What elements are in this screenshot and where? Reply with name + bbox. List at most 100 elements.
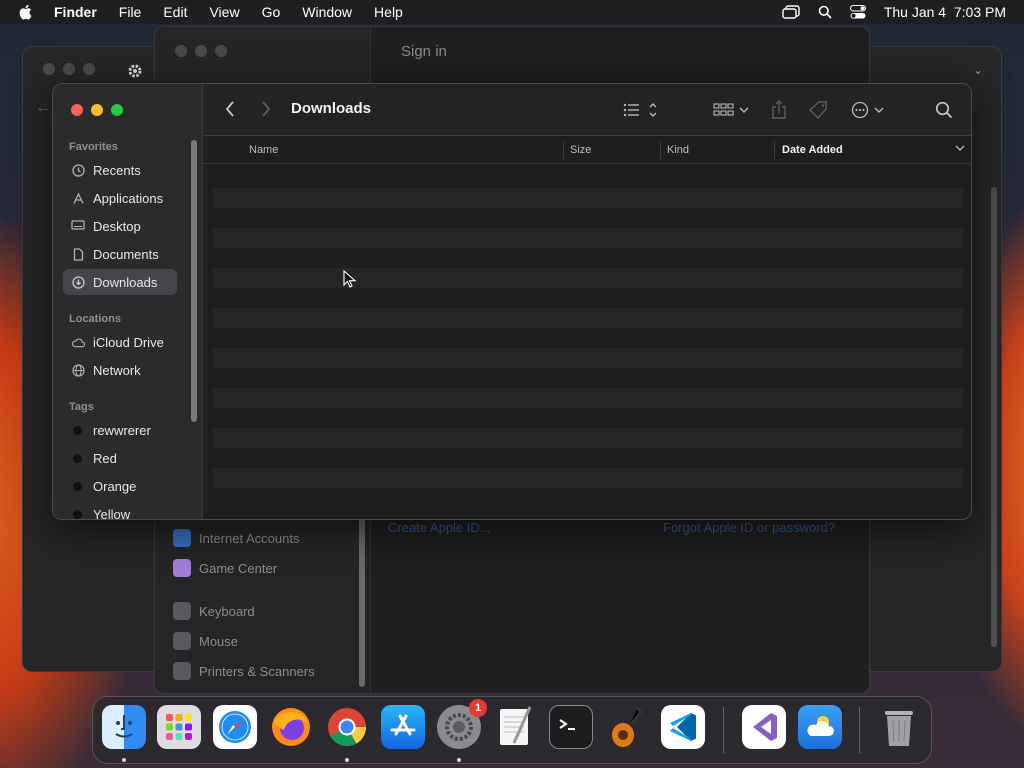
keyboard-icon bbox=[173, 602, 191, 620]
sidebar-item-game-center[interactable]: Game Center bbox=[173, 559, 277, 577]
tags-header: Tags bbox=[69, 401, 94, 413]
share-icon[interactable] bbox=[771, 100, 787, 120]
list-row-stripe bbox=[213, 228, 963, 248]
locations-header: Locations bbox=[69, 313, 121, 325]
menu-file[interactable]: File bbox=[119, 4, 142, 20]
dock-separator bbox=[723, 707, 724, 753]
minimize-button[interactable] bbox=[91, 104, 103, 116]
weather-icon[interactable] bbox=[798, 705, 842, 749]
column-date-added[interactable]: Date Added bbox=[782, 144, 843, 156]
column-name[interactable]: Name bbox=[249, 144, 278, 156]
menu-help[interactable]: Help bbox=[374, 4, 403, 20]
sidebar-item-icloud-drive[interactable]: iCloud Drive bbox=[63, 329, 177, 355]
menu-view[interactable]: View bbox=[209, 4, 239, 20]
sidebar-item-label: Game Center bbox=[199, 560, 278, 576]
tag-icon[interactable] bbox=[809, 100, 829, 120]
sidebar-tag-orange[interactable]: Orange bbox=[63, 473, 177, 499]
stage-manager-icon[interactable] bbox=[782, 5, 800, 19]
finder-sidebar: Favorites Recents Applications Desktop D… bbox=[53, 84, 203, 519]
back-arrow-icon: ← bbox=[35, 99, 51, 116]
column-kind[interactable]: Kind bbox=[667, 144, 689, 156]
sidebar-item-internet-accounts[interactable]: Internet Accounts bbox=[173, 529, 299, 547]
zoom-button[interactable] bbox=[111, 104, 123, 116]
sidebar-scrollbar[interactable] bbox=[191, 140, 197, 422]
network-icon bbox=[71, 363, 85, 377]
finder-window: Favorites Recents Applications Desktop D… bbox=[52, 83, 972, 520]
back-button[interactable] bbox=[225, 100, 235, 118]
sidebar-item-keyboard[interactable]: Keyboard bbox=[173, 602, 255, 620]
column-divider[interactable] bbox=[660, 141, 661, 159]
sidebar-item-label: Internet Accounts bbox=[199, 530, 300, 546]
spotlight-search-icon[interactable] bbox=[818, 5, 832, 19]
list-row-stripe bbox=[213, 308, 963, 328]
column-divider[interactable] bbox=[774, 141, 775, 159]
chrome-icon[interactable] bbox=[325, 705, 369, 749]
finder-icon[interactable] bbox=[102, 705, 146, 749]
sidebar-scrollbar[interactable] bbox=[359, 517, 365, 687]
sidebar-tag-yellow[interactable]: Yellow bbox=[63, 501, 177, 520]
menu-window[interactable]: Window bbox=[302, 4, 352, 20]
column-size[interactable]: Size bbox=[570, 144, 591, 156]
sidebar-item-recents[interactable]: Recents bbox=[63, 157, 177, 183]
menu-app-name[interactable]: Finder bbox=[54, 4, 97, 20]
sidebar-item-label: Printers & Scanners bbox=[199, 663, 315, 679]
sidebar-item-label: Red bbox=[93, 450, 117, 466]
search-icon[interactable] bbox=[935, 101, 953, 119]
document-icon bbox=[71, 247, 85, 261]
sidebar-item-label: Downloads bbox=[93, 274, 158, 290]
visual-studio-icon[interactable] bbox=[742, 705, 786, 749]
sidebar-item-label: Orange bbox=[93, 478, 137, 494]
more-actions-button[interactable] bbox=[851, 101, 887, 119]
vscode-icon[interactable] bbox=[661, 705, 705, 749]
menu-go[interactable]: Go bbox=[262, 4, 281, 20]
create-apple-id-link[interactable]: Create Apple ID... bbox=[388, 520, 491, 535]
sidebar-item-printers[interactable]: Printers & Scanners bbox=[173, 662, 315, 680]
notification-badge: 1 bbox=[469, 699, 487, 717]
apple-menu-icon[interactable] bbox=[18, 0, 38, 24]
system-settings-icon[interactable]: 1 bbox=[437, 699, 487, 749]
background-window-scrollbar[interactable] bbox=[991, 187, 997, 647]
sidebar-item-documents[interactable]: Documents bbox=[63, 241, 177, 267]
mouse-cursor-icon bbox=[343, 269, 357, 293]
finder-toolbar: Downloads bbox=[203, 84, 971, 136]
menu-clock[interactable]: Thu Jan 4 7:03 PM bbox=[884, 4, 1006, 20]
sidebar-item-label: Documents bbox=[93, 246, 159, 262]
applications-icon bbox=[71, 191, 85, 205]
menu-edit[interactable]: Edit bbox=[163, 4, 187, 20]
sidebar-tag-red[interactable]: Red bbox=[63, 445, 177, 471]
textedit-icon[interactable] bbox=[493, 705, 537, 749]
sidebar-item-label: Yellow bbox=[93, 506, 131, 520]
sidebar-tag-rewwrerer[interactable]: rewwrerer bbox=[63, 417, 177, 443]
close-button[interactable] bbox=[71, 104, 83, 116]
list-row-stripe bbox=[213, 468, 963, 488]
sidebar-item-downloads[interactable]: Downloads bbox=[63, 269, 177, 295]
file-list[interactable] bbox=[213, 188, 963, 508]
forgot-apple-id-link[interactable]: Forgot Apple ID or password? bbox=[663, 520, 835, 535]
sidebar-item-network[interactable]: Network bbox=[63, 357, 177, 383]
group-by-button[interactable] bbox=[713, 102, 749, 118]
garageband-icon[interactable] bbox=[605, 705, 649, 749]
sidebar-item-mouse[interactable]: Mouse bbox=[173, 632, 238, 650]
app-store-icon[interactable] bbox=[381, 705, 425, 749]
terminal-icon[interactable] bbox=[549, 705, 593, 749]
chevron-down-icon: ⌄ bbox=[973, 63, 984, 77]
at-sign-icon bbox=[173, 529, 191, 547]
list-view-button[interactable] bbox=[623, 102, 657, 118]
sidebar-item-applications[interactable]: Applications bbox=[63, 185, 177, 211]
window-title: Downloads bbox=[291, 100, 372, 117]
trash-icon[interactable] bbox=[877, 705, 921, 749]
tag-dot-icon bbox=[73, 481, 82, 491]
chrome-running-indicator bbox=[345, 758, 349, 762]
column-divider[interactable] bbox=[563, 141, 564, 159]
firefox-icon[interactable] bbox=[269, 705, 313, 749]
sort-chevron-down-icon[interactable] bbox=[955, 143, 965, 155]
sign-in-title: Sign in bbox=[401, 43, 447, 60]
sidebar-item-label: rewwrerer bbox=[93, 422, 151, 438]
sidebar-item-desktop[interactable]: Desktop bbox=[63, 213, 177, 239]
game-center-icon bbox=[173, 559, 191, 577]
list-row-stripe bbox=[213, 188, 963, 208]
safari-icon[interactable] bbox=[213, 705, 257, 749]
control-center-icon[interactable] bbox=[849, 5, 866, 19]
forward-button[interactable] bbox=[261, 100, 271, 118]
launchpad-icon[interactable] bbox=[157, 705, 201, 749]
